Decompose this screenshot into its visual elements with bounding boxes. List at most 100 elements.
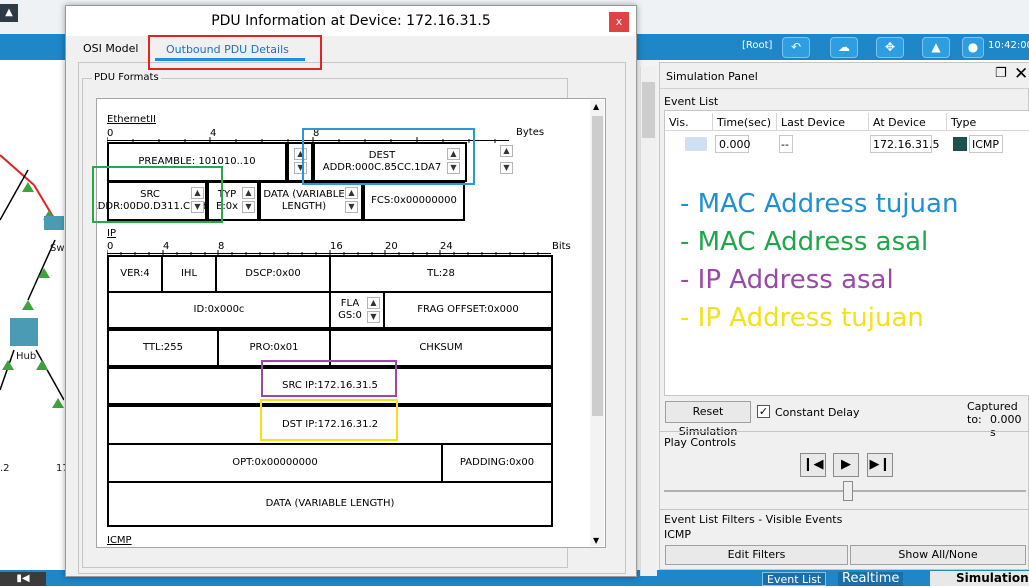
constant-delay-checkbox[interactable]: ✓: [757, 405, 770, 418]
logical-workspace[interactable]: Sw Hub .2 17: [0, 60, 69, 570]
filters-label: Event List Filters - Visible Events: [664, 513, 843, 526]
scroll-up-icon[interactable]: ▲: [242, 187, 255, 199]
app-icon: ▲: [0, 4, 18, 22]
highlight-src-mac: [92, 166, 223, 223]
topology-links: [0, 154, 64, 408]
event-list-status-button[interactable]: Event List: [762, 572, 827, 586]
skip-back-icon[interactable]: ▮◀: [0, 572, 46, 586]
frag-offset-text: FRAG OFFSET:0x000: [417, 304, 519, 315]
globe-icon[interactable]: ●: [962, 37, 984, 58]
scroll-up-icon[interactable]: ▲: [500, 145, 513, 157]
realtime-mode-button[interactable]: Realtime: [838, 572, 904, 586]
highlight-dest-mac: [302, 128, 475, 185]
simulation-panel: Simulation Panel ❐ ✕ Event List Vis. Tim…: [659, 62, 1029, 570]
dscp-field: DSCP:0x00: [215, 255, 331, 293]
move-icon[interactable]: ✥: [876, 37, 904, 58]
eth-data-text: DATA (VARIABLE LENGTH): [263, 189, 345, 212]
column-header-at-device[interactable]: At Device: [869, 113, 947, 131]
protocol-text: PRO:0x01: [249, 342, 299, 353]
step-back-icon[interactable]: ❙◀: [800, 453, 826, 477]
ip-data-text: DATA (VARIABLE LENGTH): [265, 498, 395, 509]
event-at-device: 172.16.31.5: [873, 138, 940, 151]
tl-text: TL:28: [427, 268, 455, 279]
step-forward-icon[interactable]: ▶❙: [867, 453, 893, 477]
ethernet-section-label: EthernetII: [107, 114, 156, 125]
close-icon[interactable]: ✕: [1014, 64, 1028, 84]
pdu-formats-label: PDU Formats: [92, 72, 161, 83]
hub-label: Hub: [16, 351, 37, 362]
highlight-outbound-tab: [148, 35, 322, 70]
dialog-title: PDU Information at Device: 172.16.31.5: [211, 13, 491, 29]
eye-icon[interactable]: [685, 137, 707, 151]
flags-text: FLA GS:0: [338, 298, 362, 321]
event-time: 0.000: [719, 138, 751, 151]
switch-label: Sw: [50, 243, 65, 254]
dscp-text: DSCP:0x00: [245, 268, 301, 279]
frag-offset-field: FRAG OFFSET:0x000: [383, 291, 553, 329]
tl-field: TL:28: [329, 255, 553, 293]
column-header-type[interactable]: Type: [947, 113, 1029, 131]
tab-osi-model[interactable]: OSI Model: [83, 42, 138, 55]
back-icon[interactable]: ↶: [782, 37, 810, 58]
column-header-time[interactable]: Time(sec): [713, 113, 777, 131]
scroll-down-icon[interactable]: ▼: [593, 536, 599, 545]
landscape-icon[interactable]: ▲: [922, 37, 950, 58]
speed-slider-thumb[interactable]: [843, 481, 853, 501]
simulation-panel-title: Simulation Panel: [666, 70, 758, 83]
toolbar-root-label[interactable]: [Root]: [742, 40, 772, 51]
constant-delay-label: Constant Delay: [775, 406, 860, 419]
scroll-up-icon[interactable]: ▲: [345, 187, 358, 199]
checksum-text: CHKSUM: [419, 342, 463, 353]
column-header-vis[interactable]: Vis.: [665, 113, 713, 131]
legend-ip-dest: - IP Address tujuan: [680, 303, 924, 333]
pc-label: .2: [0, 463, 10, 474]
ttl-text: TTL:255: [142, 342, 184, 353]
scroll-down-icon[interactable]: ▼: [242, 201, 255, 213]
padding-field: PADDING:0x00: [441, 443, 553, 483]
padding-text: PADDING:0x00: [459, 457, 535, 468]
fcs-text: FCS:0x00000000: [371, 195, 457, 206]
edit-filters-button[interactable]: Edit Filters: [665, 545, 848, 565]
ethernet-unit: Bytes: [516, 127, 545, 138]
cloud-icon[interactable]: ☁: [830, 37, 858, 58]
ver-field: VER:4: [107, 255, 163, 293]
pdu-information-dialog: PDU Information at Device: 172.16.31.5 x…: [65, 5, 657, 577]
id-text: ID:0x000c: [193, 304, 245, 315]
event-type-swatch: [953, 137, 967, 151]
divider: [660, 509, 1028, 510]
dialog-scroll-thumb[interactable]: [642, 82, 655, 138]
legend-ip-src: - IP Address asal: [680, 265, 894, 295]
event-last-device: --: [781, 138, 789, 151]
simulation-panel-header: Simulation Panel ❐ ✕: [660, 63, 1029, 89]
ihl-text: IHL: [180, 268, 198, 279]
restore-icon[interactable]: ❐: [995, 66, 1007, 81]
scroll-down-icon[interactable]: ▼: [345, 201, 358, 213]
show-all-none-button[interactable]: Show All/None: [850, 545, 1026, 565]
play-icon[interactable]: ▶: [833, 453, 859, 477]
dialog-scrollbar[interactable]: [640, 66, 657, 576]
simulation-mode-button[interactable]: Simulation: [930, 571, 1029, 586]
scroll-down-icon[interactable]: ▼: [367, 311, 380, 323]
dialog-close-button[interactable]: x: [609, 12, 629, 32]
scroll-down-icon[interactable]: ▼: [500, 162, 513, 174]
scroll-up-icon[interactable]: ▲: [367, 297, 380, 309]
event-list-label: Event List: [664, 95, 719, 108]
captured-value: 0.000 s: [990, 413, 1022, 439]
event-type: ICMP: [972, 138, 1000, 151]
id-field: ID:0x000c: [107, 291, 331, 329]
options-field: OPT:0x00000000: [107, 443, 443, 483]
ttl-field: TTL:255: [107, 329, 219, 367]
divider: [660, 431, 1028, 432]
reset-simulation-button[interactable]: Reset Simulation: [665, 401, 751, 438]
options-text: OPT:0x00000000: [232, 457, 318, 468]
highlight-dst-ip: [260, 399, 398, 441]
ip-data-field: DATA (VARIABLE LENGTH): [107, 481, 553, 527]
scroll-up-icon[interactable]: ▲: [593, 102, 599, 111]
play-controls-label: Play Controls: [664, 436, 736, 449]
highlight-src-ip: [261, 360, 397, 397]
pdu-formats-scroll-thumb[interactable]: [592, 116, 603, 416]
filters-value: ICMP: [664, 528, 692, 541]
column-header-last-device[interactable]: Last Device: [777, 113, 869, 131]
fcs-field: FCS:0x00000000: [363, 181, 465, 221]
ihl-field: IHL: [161, 255, 217, 293]
